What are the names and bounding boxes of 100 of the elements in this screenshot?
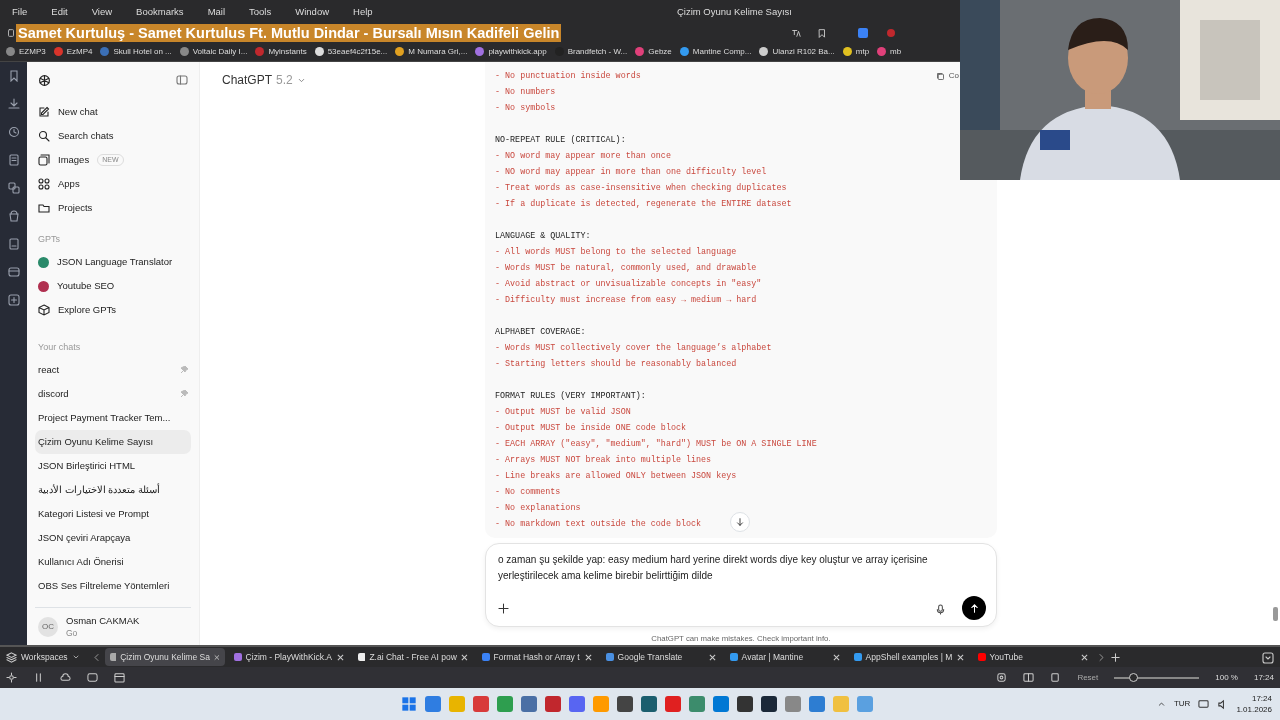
panel-icon[interactable] (33, 672, 44, 683)
menu-item[interactable]: Window (295, 4, 330, 20)
slider-thumb[interactable] (1128, 672, 1138, 682)
reader-icon[interactable] (7, 238, 20, 250)
bookmark[interactable]: 53eaef4c2f15e... (327, 45, 388, 58)
menu-item[interactable]: Edit (51, 4, 68, 20)
bookmark[interactable]: M Numara Gri,... (408, 45, 468, 58)
close-icon[interactable] (584, 653, 592, 661)
caret-icon[interactable] (71, 653, 80, 661)
copy-icon[interactable] (935, 71, 945, 81)
app-icon[interactable] (617, 696, 634, 712)
images-icon[interactable] (38, 154, 50, 166)
gpt-item[interactable]: Youtube SEO (35, 274, 191, 298)
browser-tab[interactable]: Format Hash or Array t (476, 648, 597, 666)
nav-item[interactable]: Search chats (35, 124, 191, 148)
calendar-icon[interactable] (114, 672, 125, 683)
scrollbar-thumb[interactable] (1273, 607, 1278, 621)
chat-item[interactable]: OBS Ses Filtreleme Yöntemleri (35, 574, 191, 598)
record-icon[interactable] (885, 27, 898, 39)
close-icon[interactable] (336, 653, 344, 661)
close-icon[interactable] (832, 653, 840, 661)
user-avatar[interactable]: OC (38, 616, 58, 637)
language-indicator[interactable]: TUR (1173, 698, 1191, 710)
gpt-item[interactable]: JSON Language Translator (35, 250, 191, 274)
bookmark[interactable]: Mantine Comp... (692, 45, 752, 58)
nav-item[interactable]: Apps (35, 172, 191, 196)
bookmark[interactable]: Myinstants (268, 45, 307, 58)
bookmark[interactable]: Brandfetch - W... (567, 45, 628, 58)
tiling-icon[interactable] (1023, 672, 1035, 683)
app-icon[interactable] (761, 696, 778, 712)
chat-item[interactable]: JSON Birleştirici HTML (35, 454, 191, 478)
message-composer[interactable]: o zaman şu şekilde yap: easy medium hard yerine direkt words diye key oluştur ve array içerisine yerleştirilecek ama kelime birebir belirttiğim dilde (485, 543, 997, 628)
browser-tab[interactable]: Çizim Oyunu Kelime Sa (104, 648, 225, 666)
bookmark[interactable]: playwithkick.app (488, 45, 547, 58)
chat-item[interactable]: Project Payment Tracker Tem... (35, 406, 191, 430)
bookmark[interactable]: Voltaic Daily I... (192, 45, 248, 58)
menu-item[interactable]: Mail (207, 4, 226, 20)
new-tab-icon[interactable] (1109, 651, 1121, 663)
cup-icon[interactable] (7, 210, 20, 222)
gpt-item[interactable]: Explore GPTs (35, 298, 191, 322)
zoom-slider[interactable] (1114, 676, 1200, 679)
bookmark[interactable]: EzMP4 (66, 45, 93, 58)
browser-tab[interactable]: Google Translate (600, 648, 721, 666)
edit-icon[interactable] (38, 106, 50, 118)
bookmark-icon[interactable] (7, 70, 20, 82)
logo-icon[interactable] (38, 73, 51, 87)
bookmark[interactable]: Skull Hotel on ... (113, 45, 172, 58)
notes-icon[interactable] (7, 154, 20, 166)
tab-menu-icon[interactable] (1262, 651, 1274, 664)
nav-item[interactable]: Projects (35, 196, 191, 220)
translate-icon[interactable] (7, 182, 20, 194)
model-selector[interactable]: ChatGPT 5.2 (222, 70, 306, 90)
download-icon[interactable] (7, 98, 20, 110)
nav-item[interactable]: New chat (35, 100, 191, 124)
extension-icon[interactable] (1050, 672, 1062, 683)
bookmark[interactable]: Gebze (648, 45, 672, 58)
browser-tab[interactable]: AppShell examples | M (848, 648, 969, 666)
bookmark[interactable]: mb (890, 45, 902, 58)
sidebar-toggle-icon[interactable] (176, 74, 188, 86)
menu-item[interactable]: Bookmarks (136, 4, 184, 20)
translate-icon[interactable] (791, 28, 802, 38)
app-icon[interactable] (737, 696, 754, 712)
chat-item[interactable]: Kategori Listesi ve Prompt (35, 502, 191, 526)
network-icon[interactable] (1198, 698, 1210, 710)
browser-tab[interactable]: Z.ai Chat - Free AI pow (352, 648, 473, 666)
plus-icon[interactable] (498, 602, 509, 614)
start-icon[interactable] (401, 696, 418, 712)
browser-tab[interactable]: YouTube (972, 648, 1093, 666)
copy-button[interactable]: Co (935, 70, 959, 82)
close-icon[interactable] (708, 653, 716, 661)
chat-item[interactable]: أسئلة متعددة الاختيارات الأدبية (35, 478, 191, 502)
menu-item[interactable]: Tools (249, 4, 272, 20)
app-icon[interactable] (641, 696, 658, 712)
page-icon[interactable] (6, 28, 16, 38)
add-panel-icon[interactable] (7, 294, 20, 306)
workspaces-button[interactable]: Workspaces (6, 650, 80, 664)
chat-item[interactable]: discord (35, 382, 191, 406)
close-icon[interactable] (956, 653, 964, 661)
menu-item[interactable]: View (91, 4, 113, 20)
close-icon[interactable] (460, 653, 468, 661)
arrow-down-icon[interactable] (735, 517, 745, 528)
apps-icon[interactable] (38, 178, 50, 190)
search-icon[interactable] (38, 130, 50, 142)
send-button[interactable] (962, 596, 986, 621)
chat-item[interactable]: react (35, 358, 191, 382)
folder-icon[interactable] (38, 202, 50, 214)
arrow-up-icon[interactable] (968, 602, 980, 614)
bookmark[interactable]: mtp (855, 45, 870, 58)
chat-item[interactable]: Kullanıcı Adı Önerisi (35, 550, 191, 574)
menu-item[interactable]: Help (353, 4, 373, 20)
translate-icon[interactable] (857, 27, 870, 39)
history-icon[interactable] (7, 126, 20, 138)
bookmark-icon[interactable] (817, 28, 828, 38)
microphone-icon[interactable] (935, 603, 946, 615)
mail-icon[interactable] (87, 672, 98, 683)
cube-icon[interactable] (38, 304, 50, 316)
bookmark[interactable]: EZMP3 (19, 45, 46, 58)
capture-icon[interactable] (996, 672, 1008, 683)
stack-icon[interactable] (6, 651, 17, 663)
browser-tab[interactable]: Avatar | Mantine (724, 648, 845, 666)
